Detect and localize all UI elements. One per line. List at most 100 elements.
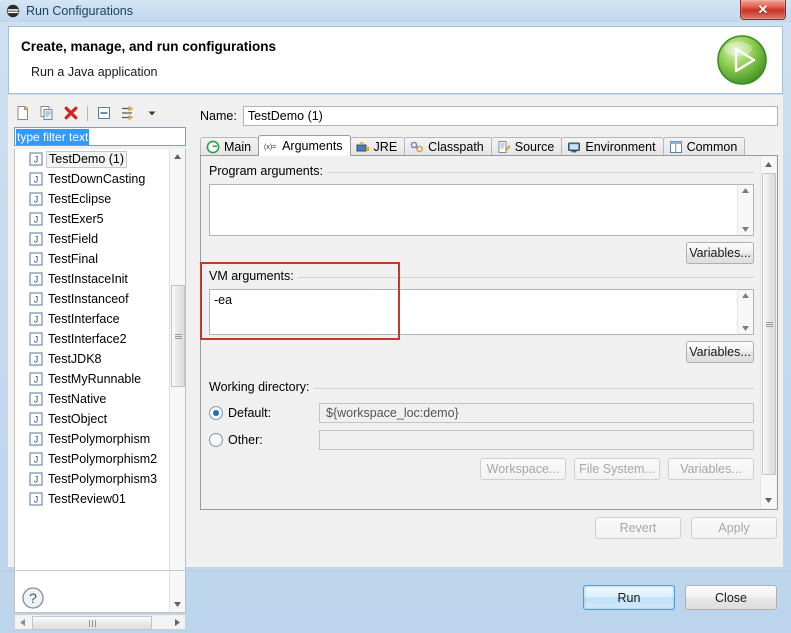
- tree-vertical-scrollbar[interactable]: [169, 149, 185, 612]
- apply-button[interactable]: Apply: [691, 517, 777, 539]
- configuration-actions: Revert Apply: [595, 517, 777, 539]
- help-button[interactable]: ?: [20, 585, 46, 611]
- tab-arguments[interactable]: (x)= Arguments: [258, 135, 351, 156]
- duplicate-launch-configuration-button[interactable]: [36, 103, 58, 123]
- close-window-button[interactable]: ✕: [740, 0, 786, 20]
- tab-jre[interactable]: JRE: [349, 137, 406, 156]
- tab-content-scrollbar[interactable]: [760, 157, 776, 508]
- revert-button[interactable]: Revert: [595, 517, 681, 539]
- java-class-icon: J: [29, 392, 43, 406]
- collapse-all-button[interactable]: [93, 103, 115, 123]
- filter-launch-configurations-button[interactable]: [117, 103, 139, 123]
- configuration-name-input[interactable]: TestDemo (1): [242, 106, 778, 126]
- working-directory-other-radio[interactable]: Other:: [209, 433, 319, 447]
- list-item-label: TestInterface: [48, 311, 120, 326]
- working-directory-default-radio[interactable]: Default:: [209, 406, 319, 420]
- run-button[interactable]: Run: [583, 585, 675, 610]
- filter-input[interactable]: type filter text: [14, 127, 186, 146]
- list-item[interactable]: J TestMyRunnable: [15, 369, 171, 389]
- file-system-button[interactable]: File System...: [574, 458, 660, 480]
- collapse-all-icon: [98, 107, 110, 119]
- java-class-icon: J: [29, 192, 43, 206]
- svg-text:J: J: [34, 235, 39, 245]
- working-directory-label: Working directory:: [209, 380, 314, 394]
- launch-configurations-list: J TestDemo (1) J TestDownCasting J TestE…: [15, 149, 171, 612]
- list-item[interactable]: J TestPolymorphism: [15, 429, 171, 449]
- content-scroll-thumb[interactable]: [762, 173, 776, 475]
- list-item[interactable]: J TestExer5: [15, 209, 171, 229]
- list-item-label: TestPolymorphism2: [48, 451, 158, 466]
- list-item-label: TestNative: [48, 391, 107, 406]
- tab-common[interactable]: Common: [662, 137, 746, 156]
- close-button[interactable]: Close: [685, 585, 777, 610]
- source-tab-icon: [498, 141, 511, 153]
- scroll-down-button[interactable]: [170, 597, 185, 612]
- java-class-icon: J: [29, 332, 43, 346]
- workspace-button[interactable]: Workspace...: [480, 458, 566, 480]
- footer-divider: [0, 570, 791, 571]
- list-item[interactable]: J TestFinal: [15, 249, 171, 269]
- chevron-down-icon: [765, 498, 772, 503]
- delete-launch-configuration-button[interactable]: [60, 103, 82, 123]
- working-directory-other-input[interactable]: [319, 430, 754, 450]
- list-item[interactable]: J TestInstanceof: [15, 289, 171, 309]
- list-item[interactable]: J TestDownCasting: [15, 169, 171, 189]
- java-class-icon: J: [29, 312, 43, 326]
- tree-horizontal-scrollbar[interactable]: [14, 614, 186, 630]
- toolbar-menu-button[interactable]: [141, 103, 163, 123]
- horizontal-scroll-thumb[interactable]: [32, 616, 152, 630]
- launch-configurations-tree[interactable]: J TestDemo (1) J TestDownCasting J TestE…: [14, 149, 186, 613]
- tree-scroll-thumb[interactable]: [171, 285, 185, 387]
- scroll-right-button[interactable]: [170, 615, 185, 629]
- list-item[interactable]: J TestInterface: [15, 309, 171, 329]
- vm-arguments-scrollbar[interactable]: [737, 290, 753, 334]
- vm-arguments-input[interactable]: -ea: [209, 289, 754, 335]
- filter-launch-configurations-icon: [122, 105, 134, 121]
- chevron-down-icon: [148, 111, 156, 116]
- list-item[interactable]: J TestInstaceInit: [15, 269, 171, 289]
- chevron-up-icon: [742, 188, 749, 193]
- new-launch-configuration-icon: [17, 106, 28, 120]
- java-class-icon: J: [29, 272, 43, 286]
- new-launch-configuration-button[interactable]: [12, 103, 34, 123]
- program-arguments-input[interactable]: [209, 184, 754, 236]
- svg-text:(x)=: (x)=: [264, 144, 276, 151]
- list-item-label: TestReview01: [48, 491, 126, 506]
- tab-classpath[interactable]: Classpath: [404, 137, 492, 156]
- list-item[interactable]: J TestInterface2: [15, 329, 171, 349]
- list-item[interactable]: J TestPolymorphism3: [15, 469, 171, 489]
- list-item[interactable]: J TestEclipse: [15, 189, 171, 209]
- list-item[interactable]: J TestNative: [15, 389, 171, 409]
- list-item[interactable]: J TestObject: [15, 409, 171, 429]
- program-arguments-variables-button[interactable]: Variables...: [686, 242, 754, 264]
- tab-environment[interactable]: Environment: [561, 137, 664, 156]
- list-item[interactable]: J TestReview01: [15, 489, 171, 509]
- list-item[interactable]: J TestJDK8: [15, 349, 171, 369]
- vm-arguments-variables-button[interactable]: Variables...: [686, 341, 754, 363]
- list-item[interactable]: J TestField: [15, 229, 171, 249]
- svg-text:J: J: [34, 375, 39, 385]
- scroll-down-button[interactable]: [761, 493, 776, 508]
- svg-text:J: J: [34, 355, 39, 365]
- list-item-label: TestExer5: [48, 211, 104, 226]
- scroll-up-button[interactable]: [761, 157, 776, 172]
- java-class-icon: J: [29, 432, 43, 446]
- program-arguments-header: Program arguments:: [209, 164, 754, 181]
- chevron-down-icon: [742, 227, 749, 232]
- svg-text:J: J: [34, 495, 39, 505]
- working-directory-default-label: Default:: [228, 406, 272, 420]
- scroll-left-button[interactable]: [15, 615, 30, 629]
- list-item[interactable]: J TestDemo (1): [15, 149, 171, 169]
- banner-subtitle: Run a Java application: [31, 65, 158, 79]
- tab-main[interactable]: Main: [200, 137, 260, 156]
- chevron-up-icon: [765, 162, 772, 167]
- working-directory-variables-button[interactable]: Variables...: [668, 458, 754, 480]
- svg-text:J: J: [34, 315, 39, 325]
- tab-environment-label: Environment: [585, 140, 656, 154]
- program-arguments-scrollbar[interactable]: [737, 185, 753, 235]
- working-directory-other-row: Other:: [209, 430, 754, 450]
- scroll-up-button[interactable]: [170, 149, 185, 164]
- tab-source[interactable]: Source: [490, 137, 563, 156]
- radio-selected-icon: [209, 406, 223, 420]
- list-item[interactable]: J TestPolymorphism2: [15, 449, 171, 469]
